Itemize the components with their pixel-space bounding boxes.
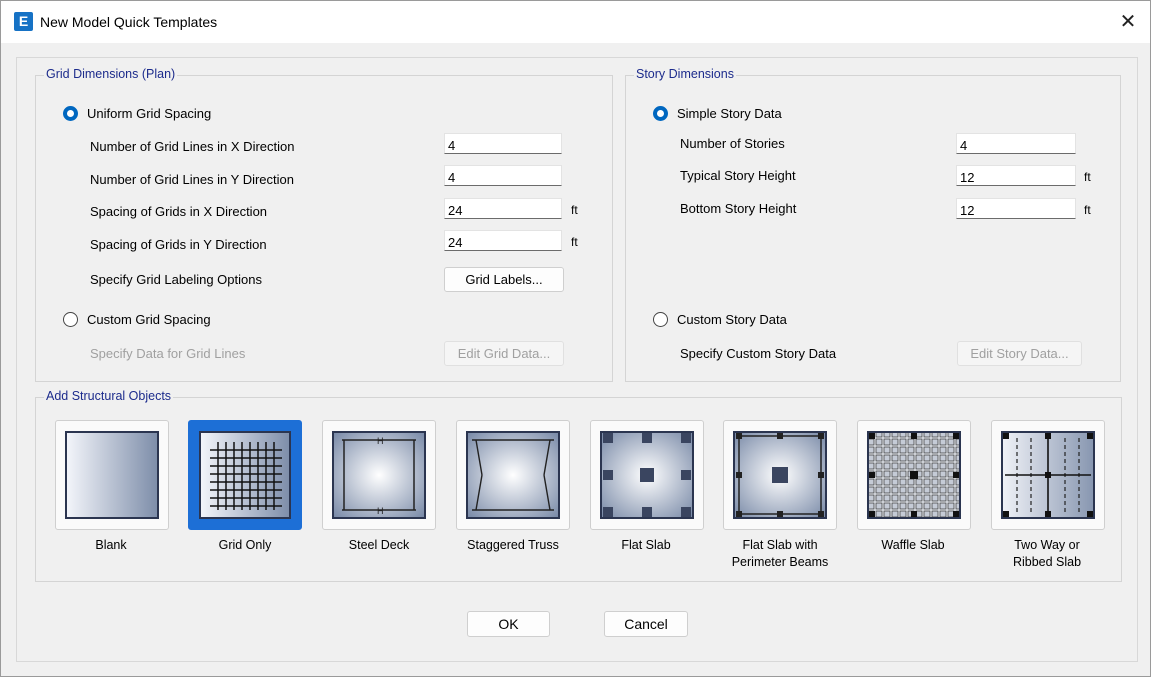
- simple-story-radio[interactable]: [653, 106, 668, 121]
- custom-grid-radio[interactable]: [63, 312, 78, 327]
- typical-height-label: Typical Story Height: [680, 168, 796, 183]
- bottom-height-unit: ft: [1084, 203, 1091, 217]
- bottom-height-input[interactable]: 12: [956, 198, 1076, 219]
- ok-button[interactable]: OK: [467, 611, 550, 637]
- custom-story-radio[interactable]: [653, 312, 668, 327]
- num-x-input[interactable]: 4: [444, 133, 562, 154]
- num-stories-input[interactable]: 4: [956, 133, 1076, 154]
- spacing-y-input[interactable]: 24: [444, 230, 562, 251]
- spacing-y-label: Spacing of Grids in Y Direction: [90, 237, 267, 252]
- spacing-y-unit: ft: [571, 235, 578, 249]
- flat-slab-template-icon: [600, 431, 694, 519]
- template-label: Grid Only: [218, 538, 272, 552]
- grid-lines-data-label: Specify Data for Grid Lines: [90, 346, 246, 361]
- spacing-x-label: Spacing of Grids in X Direction: [90, 204, 268, 219]
- uniform-grid-radio[interactable]: [63, 106, 78, 121]
- num-stories-label: Number of Stories: [680, 136, 785, 151]
- template-flat-slab-beams-tile[interactable]: [723, 420, 837, 530]
- template-grid-only-tile[interactable]: [188, 420, 302, 530]
- custom-grid-label[interactable]: Custom Grid Spacing: [87, 312, 211, 327]
- story-dimensions-title: Story Dimensions: [634, 67, 736, 81]
- svg-text:H: H: [377, 436, 384, 446]
- edit-story-data-button[interactable]: Edit Story Data...: [957, 341, 1082, 366]
- uniform-grid-label[interactable]: Uniform Grid Spacing: [87, 106, 211, 121]
- template-label: Waffle Slab: [881, 538, 945, 552]
- spacing-x-unit: ft: [571, 203, 578, 217]
- grid-labels-button[interactable]: Grid Labels...: [444, 267, 564, 292]
- flat-slab-beams-template-icon: [733, 431, 827, 519]
- template-waffle-slab-tile[interactable]: [857, 420, 971, 530]
- template-label: Two Way or Ribbed Slab: [1012, 538, 1082, 569]
- num-y-label: Number of Grid Lines in Y Direction: [90, 172, 295, 187]
- waffle-slab-template-icon: [867, 431, 961, 519]
- grid-dimensions-title: Grid Dimensions (Plan): [44, 67, 178, 81]
- template-label: Steel Deck: [348, 538, 410, 552]
- edit-grid-data-button[interactable]: Edit Grid Data...: [444, 341, 564, 366]
- num-x-label: Number of Grid Lines in X Direction: [90, 139, 295, 154]
- bottom-height-label: Bottom Story Height: [680, 201, 797, 216]
- template-label: Staggered Truss: [467, 538, 559, 552]
- spacing-x-input[interactable]: 24: [444, 198, 562, 219]
- svg-text:H: H: [377, 506, 384, 516]
- cancel-button[interactable]: Cancel: [604, 611, 688, 637]
- ribbed-slab-template-icon: [1001, 431, 1095, 519]
- steel-deck-template-icon: H H: [332, 431, 426, 519]
- etabs-app-icon: E: [14, 12, 33, 31]
- story-dimensions-group: Story Dimensions: [625, 67, 1121, 382]
- num-y-input[interactable]: 4: [444, 165, 562, 186]
- grid-labeling-label: Specify Grid Labeling Options: [90, 272, 262, 287]
- simple-story-label[interactable]: Simple Story Data: [677, 106, 782, 121]
- typical-height-input[interactable]: 12: [956, 165, 1076, 186]
- template-staggered-truss-tile[interactable]: [456, 420, 570, 530]
- template-label: Flat Slab with Perimeter Beams: [731, 538, 829, 569]
- template-flat-slab-tile[interactable]: [590, 420, 704, 530]
- custom-story-label[interactable]: Custom Story Data: [677, 312, 787, 327]
- template-label: Blank: [95, 538, 127, 552]
- dialog-title: New Model Quick Templates: [40, 14, 218, 30]
- template-blank-tile[interactable]: [55, 420, 169, 530]
- grid-dimensions-group: Grid Dimensions (Plan): [35, 67, 613, 382]
- title-bar: E New Model Quick Templates ✕: [1, 1, 1150, 43]
- grid-only-template-icon: [199, 431, 291, 519]
- blank-template-icon: [65, 431, 159, 519]
- staggered-truss-template-icon: [466, 431, 560, 519]
- custom-story-data-label: Specify Custom Story Data: [680, 346, 837, 361]
- template-label: Flat Slab: [621, 538, 671, 552]
- structural-objects-title: Add Structural Objects: [44, 389, 174, 403]
- typical-height-unit: ft: [1084, 170, 1091, 184]
- template-ribbed-slab-tile[interactable]: [991, 420, 1105, 530]
- close-icon[interactable]: ✕: [1113, 9, 1143, 35]
- template-steel-deck-tile[interactable]: H H: [322, 420, 436, 530]
